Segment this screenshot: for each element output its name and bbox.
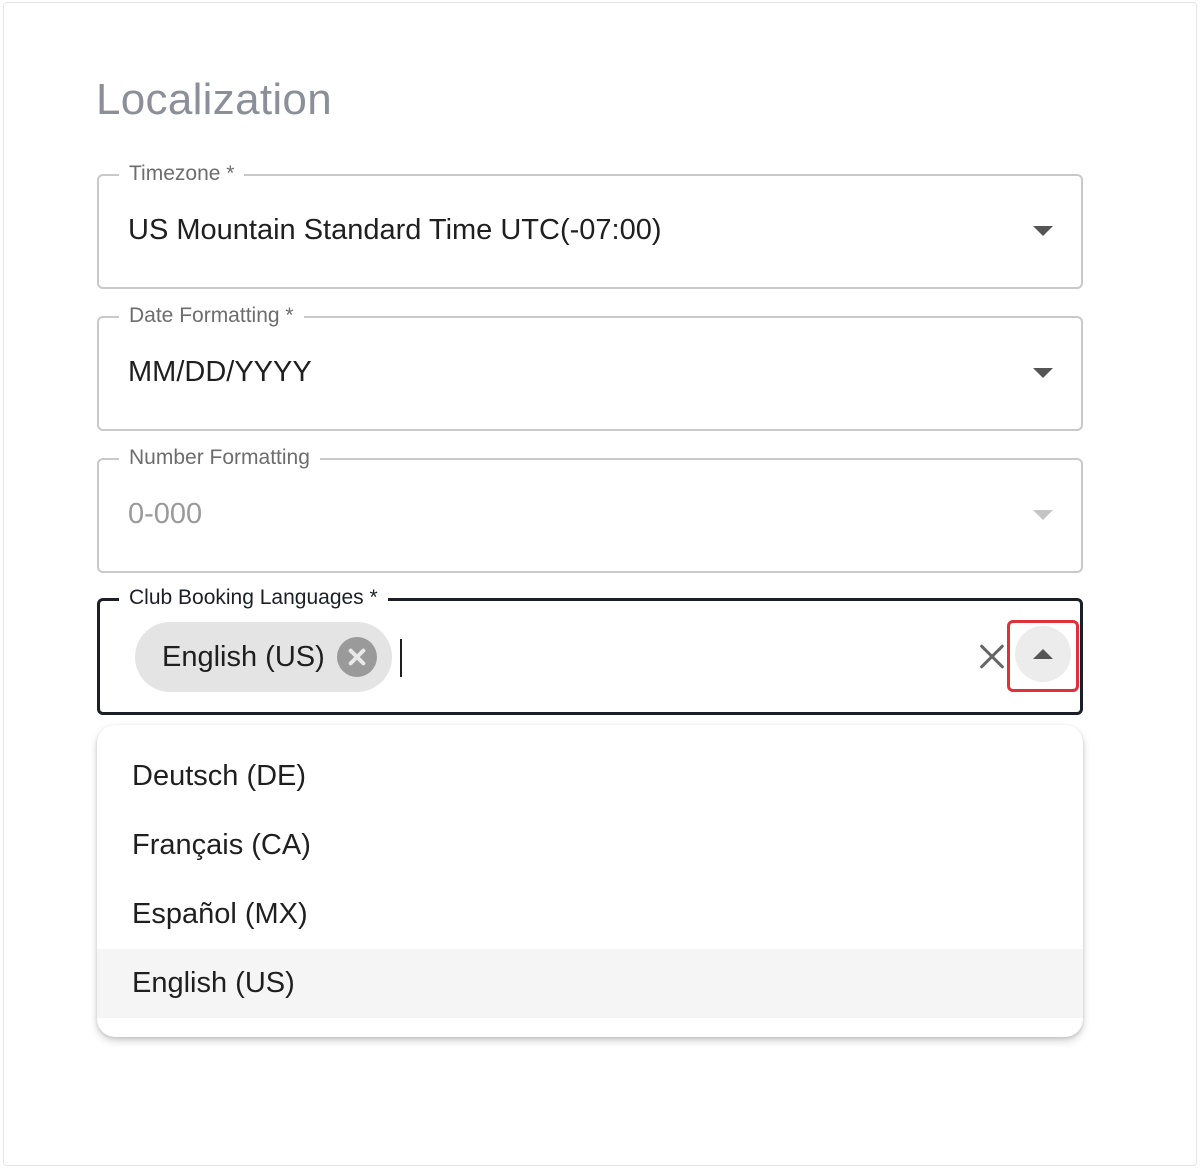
timezone-value: US Mountain Standard Time UTC(-07:00) <box>128 214 662 246</box>
page-title: Localization <box>96 75 332 124</box>
menu-option-francais[interactable]: Français (CA) <box>97 811 1083 880</box>
dropdown-arrow-icon <box>1033 510 1053 520</box>
number-formatting-value: 0-000 <box>128 498 203 530</box>
dropdown-arrow-icon[interactable] <box>1033 368 1053 378</box>
number-formatting-label: Number Formatting <box>119 444 320 472</box>
language-chip: English (US) <box>135 622 392 692</box>
text-caret[interactable] <box>400 639 402 677</box>
date-formatting-label: Date Formatting * <box>119 302 304 330</box>
club-booking-languages-label: Club Booking Languages * <box>119 584 388 612</box>
localization-card: Localization Timezone * US Mountain Stan… <box>3 2 1197 1166</box>
date-formatting-select[interactable]: Date Formatting * MM/DD/YYYY <box>97 302 1083 431</box>
menu-option-deutsch[interactable]: Deutsch (DE) <box>97 742 1083 811</box>
menu-option-espanol[interactable]: Español (MX) <box>97 880 1083 949</box>
menu-option-english[interactable]: English (US) <box>97 949 1083 1018</box>
timezone-select[interactable]: Timezone * US Mountain Standard Time UTC… <box>97 160 1083 289</box>
timezone-label: Timezone * <box>119 160 245 188</box>
languages-dropdown-menu: Deutsch (DE) Français (CA) Español (MX) … <box>97 725 1083 1037</box>
dropdown-arrow-icon[interactable] <box>1033 226 1053 236</box>
clear-icon[interactable] <box>976 641 1008 673</box>
club-booking-languages-select[interactable]: Club Booking Languages * English (US) <box>97 584 1083 715</box>
chip-label: English (US) <box>162 641 325 673</box>
chip-remove-icon[interactable] <box>337 637 377 677</box>
collapse-dropdown-button[interactable] <box>1007 620 1079 692</box>
arrow-up-icon <box>1033 649 1053 659</box>
number-formatting-select: Number Formatting 0-000 <box>97 444 1083 573</box>
date-formatting-value: MM/DD/YYYY <box>128 356 312 388</box>
